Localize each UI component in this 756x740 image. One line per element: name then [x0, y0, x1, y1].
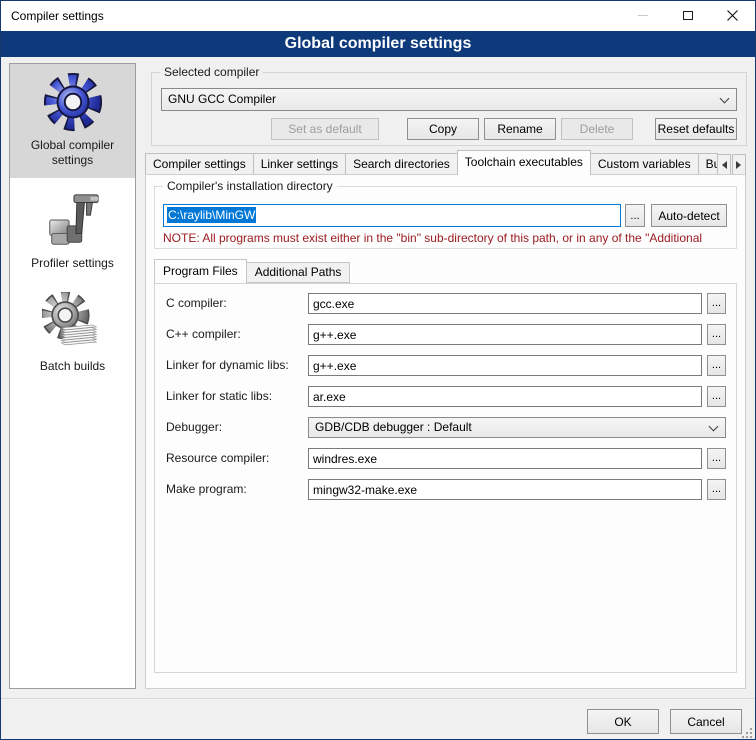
- dynamic-libs-linker-row: Linker for dynamic libs:...: [155, 351, 736, 382]
- compiler-settings-dialog: Compiler settings Global compiler settin…: [0, 0, 756, 740]
- tab-compiler-settings[interactable]: Compiler settings: [145, 153, 254, 175]
- subtab-program-files[interactable]: Program Files: [154, 259, 247, 283]
- c-compiler-row: C compiler:...: [155, 289, 736, 320]
- copy-button[interactable]: Copy: [407, 118, 479, 140]
- installation-directory-group: Compiler's installation directory C:\ray…: [154, 186, 737, 249]
- arrow-right-icon: [736, 161, 745, 169]
- settings-category-list: Global compiler settings Profiler setting…: [9, 63, 136, 689]
- tab-scroll-right-button[interactable]: [732, 154, 746, 175]
- c-compiler-browse-button[interactable]: ...: [707, 293, 726, 314]
- installation-directory-group-label: Compiler's installation directory: [163, 179, 337, 193]
- dynamic-libs-linker-input[interactable]: [308, 355, 702, 376]
- auto-detect-button[interactable]: Auto-detect: [651, 204, 727, 227]
- reset-defaults-button[interactable]: Reset defaults: [655, 118, 737, 140]
- resize-grip[interactable]: [741, 727, 753, 739]
- program-files-tab-bar: Program FilesAdditional Paths: [154, 259, 349, 283]
- c-compiler-input[interactable]: [308, 293, 702, 314]
- maximize-icon: [683, 11, 693, 20]
- static-libs-linker-label: Linker for static libs:: [166, 386, 272, 407]
- ok-button[interactable]: OK: [587, 709, 659, 734]
- dialog-footer: OK Cancel: [1, 698, 755, 740]
- tab-custom-variables[interactable]: Custom variables: [590, 153, 699, 175]
- make-program-browse-button[interactable]: ...: [707, 479, 726, 500]
- tab-build[interactable]: Build: [698, 153, 718, 175]
- rename-button[interactable]: Rename: [484, 118, 556, 140]
- cancel-button[interactable]: Cancel: [670, 709, 742, 734]
- compiler-actions-row: Set as default CopyRenameDelete Reset defa…: [161, 118, 737, 140]
- resource-compiler-browse-button[interactable]: ...: [707, 448, 726, 469]
- sidebar-item-batch-builds[interactable]: Batch builds: [10, 285, 135, 384]
- toolchain-executables-page: Compiler's installation directory C:\ray…: [145, 174, 746, 689]
- close-button[interactable]: [710, 1, 755, 30]
- gear-stack-icon: [42, 292, 104, 354]
- sidebar-item-label: Profiler settings: [12, 256, 133, 271]
- window-title: Compiler settings: [11, 9, 104, 23]
- close-icon: [727, 10, 738, 21]
- static-libs-linker-input[interactable]: [308, 386, 702, 407]
- dynamic-libs-linker-browse-button[interactable]: ...: [707, 355, 726, 376]
- sidebar-item-profiler-settings[interactable]: Profiler settings: [10, 182, 135, 281]
- caliper-icon: [42, 189, 104, 251]
- c-compiler-label: C compiler:: [166, 293, 227, 314]
- dialog-header-banner: Global compiler settings: [1, 31, 755, 57]
- bin-subdirectory-note: NOTE: All programs must exist either in …: [163, 231, 735, 245]
- cpp-compiler-label: C++ compiler:: [166, 324, 241, 345]
- static-libs-linker-browse-button[interactable]: ...: [707, 386, 726, 407]
- selected-compiler-value: GNU GCC Compiler: [168, 92, 276, 106]
- installation-directory-input[interactable]: C:\raylib\MinGW: [163, 204, 621, 227]
- dialog-header-title: Global compiler settings: [285, 35, 472, 52]
- tab-search-directories[interactable]: Search directories: [345, 153, 458, 175]
- debugger-value: GDB/CDB debugger : Default: [315, 420, 472, 434]
- selected-compiler-group: Selected compiler GNU GCC Compiler Set a…: [151, 72, 747, 146]
- delete-button: Delete: [561, 118, 633, 140]
- toolchain-field-rows: C compiler:...C++ compiler:...Linker for…: [155, 289, 736, 506]
- selected-compiler-dropdown[interactable]: GNU GCC Compiler: [161, 88, 737, 111]
- tab-toolchain-executables[interactable]: Toolchain executables: [457, 150, 591, 175]
- resource-compiler-label: Resource compiler:: [166, 448, 269, 469]
- sidebar-item-global-compiler-settings[interactable]: Global compiler settings: [10, 64, 135, 178]
- make-program-label: Make program:: [166, 479, 247, 500]
- settings-tab-bar: Compiler settingsLinker settingsSearch d…: [145, 150, 746, 175]
- set-as-default-button: Set as default: [271, 118, 379, 140]
- installation-directory-value: C:\raylib\MinGW: [167, 207, 256, 223]
- selected-compiler-group-label: Selected compiler: [160, 65, 263, 79]
- dynamic-libs-linker-label: Linker for dynamic libs:: [166, 355, 289, 376]
- installation-directory-browse-button[interactable]: ...: [625, 204, 645, 227]
- cpp-compiler-browse-button[interactable]: ...: [707, 324, 726, 345]
- sidebar-item-label: Global compiler settings: [12, 138, 133, 168]
- chevron-down-icon: [720, 94, 730, 104]
- debugger-row: Debugger: GDB/CDB debugger : Default: [155, 413, 736, 444]
- resource-compiler-row: Resource compiler:...: [155, 444, 736, 475]
- sidebar-item-label: Batch builds: [12, 359, 133, 374]
- minimize-icon: [638, 15, 648, 16]
- tab-linker-settings[interactable]: Linker settings: [253, 153, 346, 175]
- make-program-row: Make program:...: [155, 475, 736, 506]
- cpp-compiler-input[interactable]: [308, 324, 702, 345]
- title-bar: Compiler settings: [1, 1, 755, 31]
- chevron-down-icon: [709, 422, 719, 432]
- minimize-button[interactable]: [620, 1, 665, 30]
- arrow-left-icon: [718, 161, 727, 169]
- subtab-additional-paths[interactable]: Additional Paths: [246, 262, 351, 283]
- debugger-label: Debugger:: [166, 417, 222, 438]
- tab-scroll-left-button[interactable]: [717, 154, 731, 175]
- gear-blue-icon: [42, 71, 104, 133]
- static-libs-linker-row: Linker for static libs:...: [155, 382, 736, 413]
- debugger-dropdown[interactable]: GDB/CDB debugger : Default: [308, 417, 726, 438]
- resource-compiler-input[interactable]: [308, 448, 702, 469]
- maximize-button[interactable]: [665, 1, 710, 30]
- make-program-input[interactable]: [308, 479, 702, 500]
- cpp-compiler-row: C++ compiler:...: [155, 320, 736, 351]
- program-files-page: C compiler:...C++ compiler:...Linker for…: [154, 283, 737, 673]
